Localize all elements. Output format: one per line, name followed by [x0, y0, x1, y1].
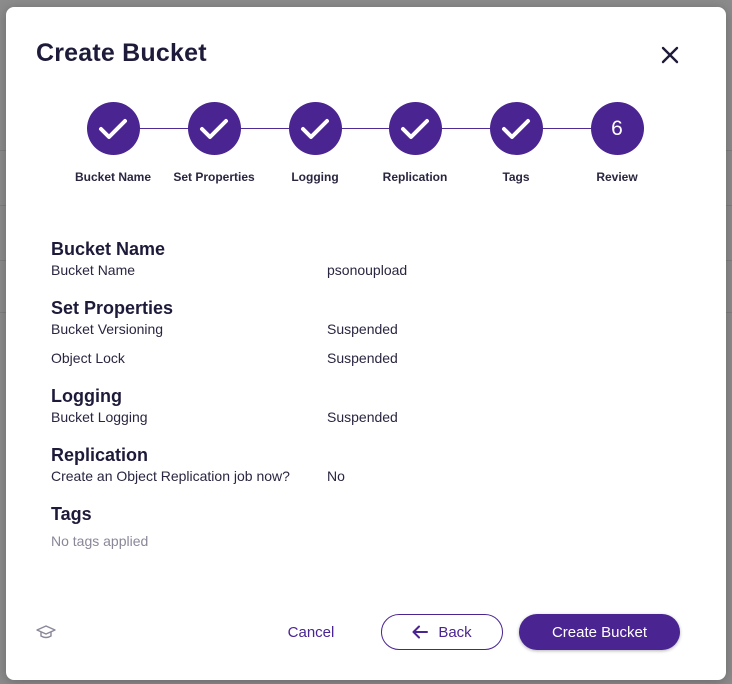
step-label: Replication — [382, 170, 448, 184]
close-button[interactable] — [656, 41, 684, 69]
review-row-key: Bucket Versioning — [51, 321, 164, 337]
create-bucket-dialog: Create Bucket Bucket Name Set Properties — [6, 7, 726, 680]
graduation-cap-icon — [36, 625, 56, 639]
step-complete-indicator — [489, 102, 543, 155]
review-row: Bucket Logging Suspended — [51, 408, 691, 437]
check-icon — [502, 118, 530, 139]
back-button-label: Back — [438, 623, 472, 641]
review-row-value: psonoupload — [327, 262, 408, 278]
check-icon — [301, 118, 329, 139]
review-section-replication: Replication Create an Object Replication… — [51, 443, 691, 496]
step-bucket-name[interactable]: Bucket Name — [58, 102, 168, 184]
review-section-set-properties: Set Properties Bucket Versioning Suspend… — [51, 296, 691, 378]
review-summary: Bucket Name Bucket Name psonoupload Set … — [51, 237, 691, 550]
section-title: Bucket Name — [51, 239, 166, 259]
step-review[interactable]: 6 Review — [562, 102, 672, 184]
section-title: Tags — [51, 504, 92, 524]
review-row: Bucket Name psonoupload — [51, 261, 691, 290]
step-complete-indicator — [86, 102, 140, 155]
close-icon — [661, 46, 679, 64]
review-section-tags: Tags No tags applied — [51, 502, 691, 550]
wizard-stepper: Bucket Name Set Properties Logging Repli… — [62, 102, 666, 197]
check-icon — [401, 118, 429, 139]
check-icon — [99, 118, 127, 139]
step-complete-indicator — [288, 102, 342, 155]
review-section-logging: Logging Bucket Logging Suspended — [51, 384, 691, 437]
step-complete-indicator — [388, 102, 442, 155]
review-row-key: Bucket Logging — [51, 409, 148, 425]
step-label: Bucket Name — [74, 170, 152, 184]
review-row-value: No — [327, 468, 345, 484]
review-section-bucket-name: Bucket Name Bucket Name psonoupload — [51, 237, 691, 290]
review-row: Bucket Versioning Suspended — [51, 320, 691, 349]
step-label: Review — [596, 170, 638, 184]
step-replication[interactable]: Replication — [360, 102, 470, 184]
review-row-key: Bucket Name — [51, 262, 136, 278]
step-tags[interactable]: Tags — [461, 102, 571, 184]
section-title: Set Properties — [51, 298, 174, 318]
step-logging[interactable]: Logging — [260, 102, 370, 184]
step-label: Set Properties — [173, 170, 255, 184]
review-row-value: Suspended — [327, 350, 398, 366]
section-title: Logging — [51, 386, 122, 406]
step-complete-indicator — [187, 102, 241, 155]
step-number-indicator: 6 — [590, 102, 644, 155]
help-button[interactable] — [36, 624, 58, 642]
back-button[interactable]: Back — [381, 614, 503, 650]
review-row: Create an Object Replication job now? No — [51, 467, 691, 496]
review-row-key: Object Lock — [51, 350, 125, 366]
arrow-left-icon — [412, 625, 429, 639]
cancel-button[interactable]: Cancel — [274, 614, 348, 650]
no-tags-text: No tags applied — [51, 533, 149, 549]
create-bucket-button[interactable]: Create Bucket — [519, 614, 680, 650]
review-row-value: Suspended — [327, 321, 398, 337]
step-label: Tags — [502, 170, 530, 184]
step-set-properties[interactable]: Set Properties — [159, 102, 269, 184]
step-label: Logging — [291, 170, 339, 184]
dialog-title: Create Bucket — [36, 39, 207, 67]
review-row-value: Suspended — [327, 409, 398, 425]
check-icon — [200, 118, 228, 139]
review-row-key: Create an Object Replication job now? — [51, 468, 290, 484]
review-row: Object Lock Suspended — [51, 349, 691, 378]
section-title: Replication — [51, 445, 149, 465]
